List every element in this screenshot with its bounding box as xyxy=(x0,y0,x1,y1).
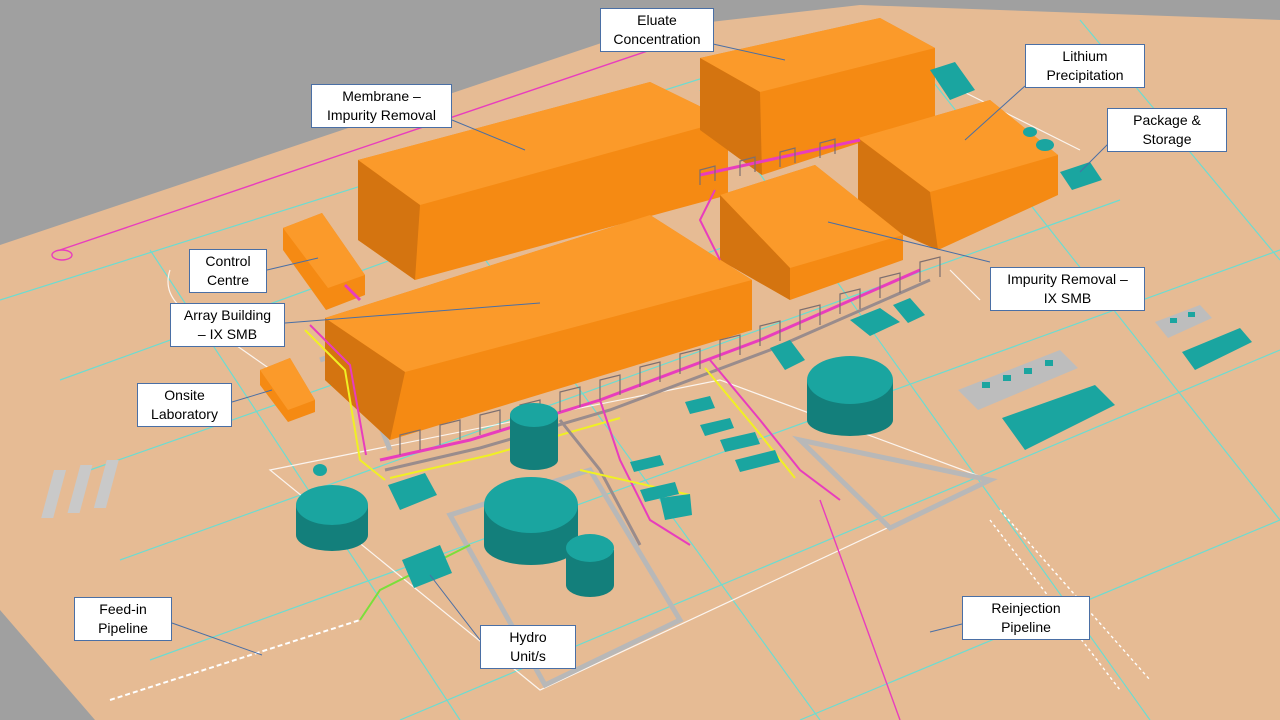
label-impurity-line1: Impurity Removal – xyxy=(1007,271,1128,287)
plant-3d-view: Eluate Concentration Lithium Precipitati… xyxy=(0,0,1280,720)
label-array-building: Array Building – IX SMB xyxy=(170,303,285,347)
label-array-line2: – IX SMB xyxy=(197,326,258,342)
label-membrane-line2: Impurity Removal xyxy=(327,107,436,123)
label-eluate-concentration: Eluate Concentration xyxy=(600,8,714,52)
label-lab-line1: Onsite xyxy=(164,387,205,403)
label-package-line1: Package & xyxy=(1133,112,1201,128)
label-reinjection-pipeline: Reinjection Pipeline xyxy=(962,596,1090,640)
label-array-line1: Array Building xyxy=(183,307,272,323)
label-eluate-line2: Concentration xyxy=(613,31,701,47)
label-eluate-line1: Eluate xyxy=(637,12,677,28)
label-lithium-precipitation: Lithium Precipitation xyxy=(1025,44,1145,88)
label-hydro-line1: Hydro xyxy=(509,629,547,645)
label-feed-line2: Pipeline xyxy=(98,620,148,636)
label-membrane-impurity-removal: Membrane – Impurity Removal xyxy=(311,84,452,128)
label-feed-in-pipeline: Feed-in Pipeline xyxy=(74,597,172,641)
label-reinjection-line2: Pipeline xyxy=(1001,619,1051,635)
label-control-line1: Control xyxy=(205,253,251,269)
label-onsite-laboratory: Onsite Laboratory xyxy=(137,383,232,427)
label-lithium-line2: Precipitation xyxy=(1046,67,1124,83)
label-impurity-removal-ix-smb: Impurity Removal – IX SMB xyxy=(990,267,1145,311)
label-package-line2: Storage xyxy=(1142,131,1192,147)
label-reinjection-line1: Reinjection xyxy=(991,600,1061,616)
label-package-storage: Package & Storage xyxy=(1107,108,1227,152)
label-feed-line1: Feed-in xyxy=(99,601,147,617)
label-control-centre: Control Centre xyxy=(189,249,267,293)
label-lithium-line1: Lithium xyxy=(1062,48,1108,64)
label-control-line2: Centre xyxy=(206,272,250,288)
label-hydro-units: Hydro Unit/s xyxy=(480,625,576,669)
label-membrane-line1: Membrane – xyxy=(342,88,421,104)
label-lab-line2: Laboratory xyxy=(151,406,218,422)
label-impurity-line2: IX SMB xyxy=(1043,290,1092,306)
label-hydro-line2: Unit/s xyxy=(510,648,546,664)
